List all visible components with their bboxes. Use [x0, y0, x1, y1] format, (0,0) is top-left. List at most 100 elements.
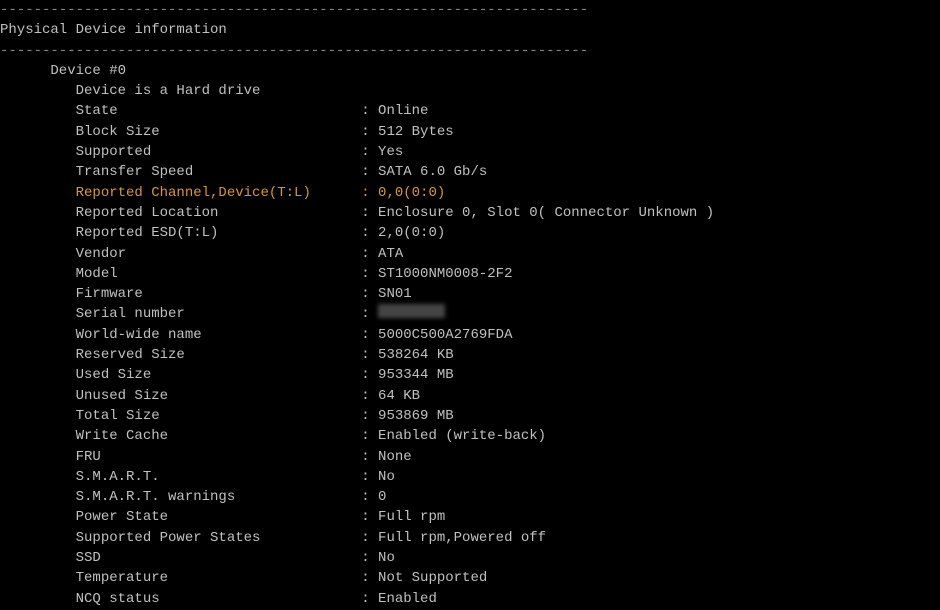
property-row: Supported: Yes: [0, 142, 940, 162]
colon-separator: :: [361, 101, 378, 121]
property-row: Supported Power States: Full rpm,Powered…: [0, 528, 940, 548]
property-row: FRU: None: [0, 447, 940, 467]
colon-separator: :: [361, 528, 378, 548]
property-label: Reported Location: [76, 203, 362, 223]
property-value: 0,0(0:0): [378, 183, 445, 203]
property-value: 953869 MB: [378, 406, 454, 426]
property-label: Power State: [76, 507, 362, 527]
property-label: Write Cache: [76, 426, 362, 446]
property-value: 64 KB: [378, 386, 420, 406]
property-row: Block Size: 512 Bytes: [0, 122, 940, 142]
colon-separator: :: [361, 223, 378, 243]
colon-separator: :: [361, 325, 378, 345]
colon-separator: :: [361, 284, 378, 304]
property-row: Reported ESD(T:L): 2,0(0:0): [0, 223, 940, 243]
property-value: Yes: [378, 142, 403, 162]
property-value: None: [378, 447, 412, 467]
colon-separator: :: [361, 548, 378, 568]
property-value: SATA 6.0 Gb/s: [378, 162, 487, 182]
property-value: 953344 MB: [378, 365, 454, 385]
colon-separator: :: [361, 426, 378, 446]
property-value: 2,0(0:0): [378, 223, 445, 243]
property-value: Full rpm: [378, 507, 445, 527]
property-label: Temperature: [76, 568, 362, 588]
property-value: 5000C500A2769FDA: [378, 325, 512, 345]
property-value: ST1000NM0008-2F2: [378, 264, 512, 284]
divider-top: ----------------------------------------…: [0, 0, 940, 20]
property-row: Transfer Speed: SATA 6.0 Gb/s: [0, 162, 940, 182]
property-value: ATA: [378, 244, 403, 264]
property-label: Model: [76, 264, 362, 284]
colon-separator: :: [361, 447, 378, 467]
property-label: Vendor: [76, 244, 362, 264]
property-value: Full rpm,Powered off: [378, 528, 546, 548]
property-label: SSD: [76, 548, 362, 568]
colon-separator: :: [361, 203, 378, 223]
device-header: Device #0: [0, 61, 940, 81]
property-label: NCQ status: [76, 589, 362, 609]
property-value: No: [378, 548, 395, 568]
colon-separator: :: [361, 589, 378, 609]
property-value-redacted: [378, 304, 445, 318]
property-row: Used Size: 953344 MB: [0, 365, 940, 385]
divider-bottom: ----------------------------------------…: [0, 41, 940, 61]
property-row: Vendor: ATA: [0, 244, 940, 264]
terminal-output: ----------------------------------------…: [0, 0, 940, 609]
colon-separator: :: [361, 507, 378, 527]
property-row: Reported Location: Enclosure 0, Slot 0( …: [0, 203, 940, 223]
property-value: Enabled (write-back): [378, 426, 546, 446]
property-value: SN01: [378, 284, 412, 304]
property-label: Serial number: [76, 304, 362, 324]
property-value: Not Supported: [378, 568, 487, 588]
property-label: Transfer Speed: [76, 162, 362, 182]
colon-separator: :: [361, 365, 378, 385]
colon-separator: :: [361, 183, 378, 203]
property-label: Reported ESD(T:L): [76, 223, 362, 243]
property-row: Unused Size: 64 KB: [0, 386, 940, 406]
property-row: NCQ status: Enabled: [0, 589, 940, 609]
section-title: Physical Device information: [0, 20, 940, 40]
property-row: Reserved Size: 538264 KB: [0, 345, 940, 365]
colon-separator: :: [361, 467, 378, 487]
property-row: Total Size: 953869 MB: [0, 406, 940, 426]
property-row: Power State: Full rpm: [0, 507, 940, 527]
colon-separator: :: [361, 487, 378, 507]
property-row: S.M.A.R.T. warnings: 0: [0, 487, 940, 507]
property-row: World-wide name: 5000C500A2769FDA: [0, 325, 940, 345]
property-value: Online: [378, 101, 428, 121]
property-label: Total Size: [76, 406, 362, 426]
property-label: Reserved Size: [76, 345, 362, 365]
property-value: 0: [378, 487, 386, 507]
property-row: Write Cache: Enabled (write-back): [0, 426, 940, 446]
property-value: No: [378, 467, 395, 487]
property-label: State: [76, 101, 362, 121]
colon-separator: :: [361, 304, 378, 324]
property-row: Temperature: Not Supported: [0, 568, 940, 588]
property-value: Enabled: [378, 589, 437, 609]
property-row: Model: ST1000NM0008-2F2: [0, 264, 940, 284]
property-label: Used Size: [76, 365, 362, 385]
colon-separator: :: [361, 122, 378, 142]
property-value: 512 Bytes: [378, 122, 454, 142]
colon-separator: :: [361, 142, 378, 162]
colon-separator: :: [361, 264, 378, 284]
colon-separator: :: [361, 386, 378, 406]
colon-separator: :: [361, 162, 378, 182]
property-label: World-wide name: [76, 325, 362, 345]
property-row: Firmware: SN01: [0, 284, 940, 304]
property-label: S.M.A.R.T.: [76, 467, 362, 487]
property-row: State: Online: [0, 101, 940, 121]
colon-separator: :: [361, 406, 378, 426]
property-value: Enclosure 0, Slot 0( Connector Unknown ): [378, 203, 714, 223]
property-label: Reported Channel,Device(T:L): [76, 183, 362, 203]
property-label: Supported: [76, 142, 362, 162]
property-row: SSD: No: [0, 548, 940, 568]
property-label: Block Size: [76, 122, 362, 142]
property-row: S.M.A.R.T.: No: [0, 467, 940, 487]
property-value: 538264 KB: [378, 345, 454, 365]
property-row: Serial number:: [0, 304, 940, 324]
property-label: FRU: [76, 447, 362, 467]
property-label: S.M.A.R.T. warnings: [76, 487, 362, 507]
colon-separator: :: [361, 345, 378, 365]
colon-separator: :: [361, 244, 378, 264]
